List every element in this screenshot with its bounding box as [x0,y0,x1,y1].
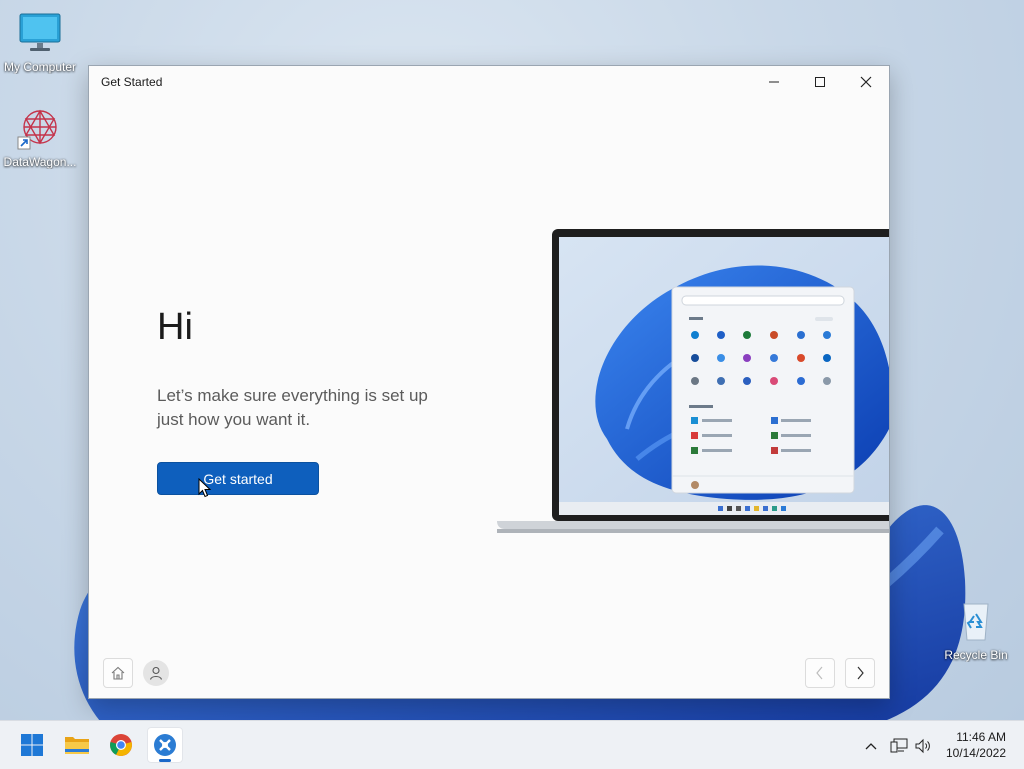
taskbar-chrome[interactable] [103,727,139,763]
mouse-cursor-icon [198,478,212,498]
home-icon [111,666,125,680]
show-hidden-icons-button[interactable] [860,735,882,757]
start-button[interactable] [14,727,50,763]
close-button[interactable] [843,66,889,98]
desktop-icon-datawagon[interactable]: DataWagon... [0,105,80,169]
speaker-icon [915,738,930,754]
clock-date: 10/14/2022 [945,746,1006,760]
desktop-icon-my-computer[interactable]: My Computer [0,10,80,74]
windows-logo-icon [21,734,43,756]
monitor-icon [16,10,64,58]
next-button[interactable] [845,658,875,688]
chevron-right-icon [857,666,864,680]
get-started-icon [154,734,176,756]
close-icon [860,76,872,88]
minimize-button[interactable] [751,66,797,98]
page-heading: Hi [157,306,193,348]
get-started-button[interactable]: Get started [157,462,319,495]
minimize-icon [769,81,779,83]
account-button[interactable] [143,660,169,686]
desktop-icon-label: My Computer [3,60,77,74]
recycle-bin-icon [952,598,1000,646]
folder-icon [65,737,89,754]
clock-time: 11:46 AM [956,730,1006,744]
person-icon [149,666,163,680]
chevron-left-icon [816,666,823,680]
desktop-icon-label: Recycle Bin [944,648,1008,662]
maximize-icon [815,77,825,87]
network-button[interactable] [888,735,910,757]
desktop-icon-recycle-bin[interactable]: Recycle Bin [936,598,1016,662]
chevron-up-icon [865,743,877,750]
window-title: Get Started [101,75,163,89]
chrome-icon [110,734,132,756]
network-icon [890,738,908,753]
title-bar[interactable]: Get Started [89,66,889,98]
datawagon-logo-icon [16,105,64,153]
desktop-icon-label: DataWagon... [3,155,77,169]
taskbar-get-started[interactable] [147,727,183,763]
back-button[interactable] [805,658,835,688]
home-button[interactable] [103,658,133,688]
get-started-window: Get Started Hi Let’s make sure everythin… [88,65,890,699]
taskbar: 11:46 AM 10/14/2022 [0,720,1024,769]
page-subtitle: Let’s make sure everything is set up jus… [157,386,428,429]
volume-button[interactable] [912,735,934,757]
taskbar-clock[interactable]: 11:46 AM 10/14/2022 [946,729,1006,761]
maximize-button[interactable] [797,66,843,98]
taskbar-file-explorer[interactable] [59,727,95,763]
laptop-illustration [497,229,889,533]
